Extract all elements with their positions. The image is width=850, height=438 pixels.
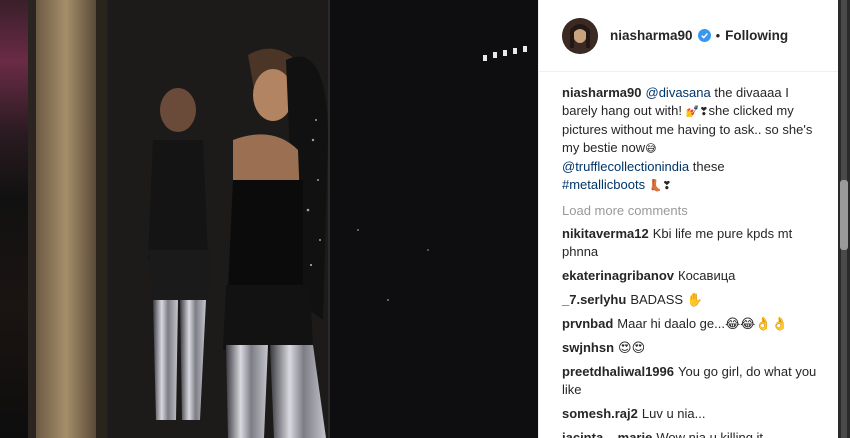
post-header: niasharma90 • Following [539,0,839,72]
post-author-username[interactable]: niasharma90 [610,28,693,43]
list-item: nikitaverma12 Kbi life me pure kpds mt ph… [562,225,825,261]
post-photo[interactable] [28,0,538,438]
comment-username[interactable]: jacinta__marie [562,430,652,438]
avatar[interactable] [562,17,598,54]
comment-text: Luv u nia... [641,406,706,421]
caption-emoji-3: 👢❣ [645,179,672,192]
scrollbar[interactable] [838,0,850,438]
comment-text: BADASS ✋ [630,292,703,307]
comment-text: Wow nia u killing it [656,430,764,438]
list-item: prvnbad Maar hi daalo ge...😂😂👌👌 [562,315,825,333]
caption-username[interactable]: niasharma90 [562,85,642,100]
comment-text: Косавица [678,268,736,283]
caption-mention-truffle[interactable]: @trufflecollectionindia [562,159,689,174]
caption-hashtag[interactable]: #metallicboots [562,177,645,192]
caption-emoji-1: 💅❣ [685,105,709,118]
load-more-comments-button[interactable]: Load more comments [562,202,825,220]
list-item: _7.serlyhu BADASS ✋ [562,291,825,309]
background-page-left [0,0,28,438]
header-separator: • [715,28,721,43]
caption-text-3: these [689,159,725,174]
comment-username[interactable]: ekaterinagribanov [562,268,674,283]
verified-badge-icon [697,29,711,42]
comments-list: niasharma90 @divasana the divaaaa I barel… [539,72,839,438]
list-item: somesh.raj2 Luv u nia... [562,405,825,423]
following-button[interactable]: Following [725,28,788,43]
post-caption: niasharma90 @divasana the divaaaa I barel… [562,84,825,195]
comment-text: Maar hi daalo ge...😂😂👌👌 [617,316,788,331]
comment-username[interactable]: prvnbad [562,316,613,331]
scrollbar-thumb[interactable] [840,180,848,250]
caption-mention-divasana[interactable]: @divasana [646,85,711,100]
comment-username[interactable]: preetdhaliwal1996 [562,364,674,379]
list-item: preetdhaliwal1996 You go girl, do what yo… [562,363,825,399]
list-item: swjnhsn 😍😍 [562,339,825,357]
post-photo-image [28,0,538,438]
comment-username[interactable]: nikitaverma12 [562,226,649,241]
comment-username[interactable]: _7.serlyhu [562,292,626,307]
list-item: ekaterinagribanov Косавица [562,267,825,285]
comment-username[interactable]: somesh.raj2 [562,406,638,421]
comment-username[interactable]: swjnhsn [562,340,614,355]
caption-emoji-2: 😅 [645,142,657,155]
post-info-panel: niasharma90 • Following niasharma90 @diva… [538,0,839,438]
comment-text: 😍😍 [618,340,646,355]
list-item: jacinta__marie Wow nia u killing it [562,429,825,438]
